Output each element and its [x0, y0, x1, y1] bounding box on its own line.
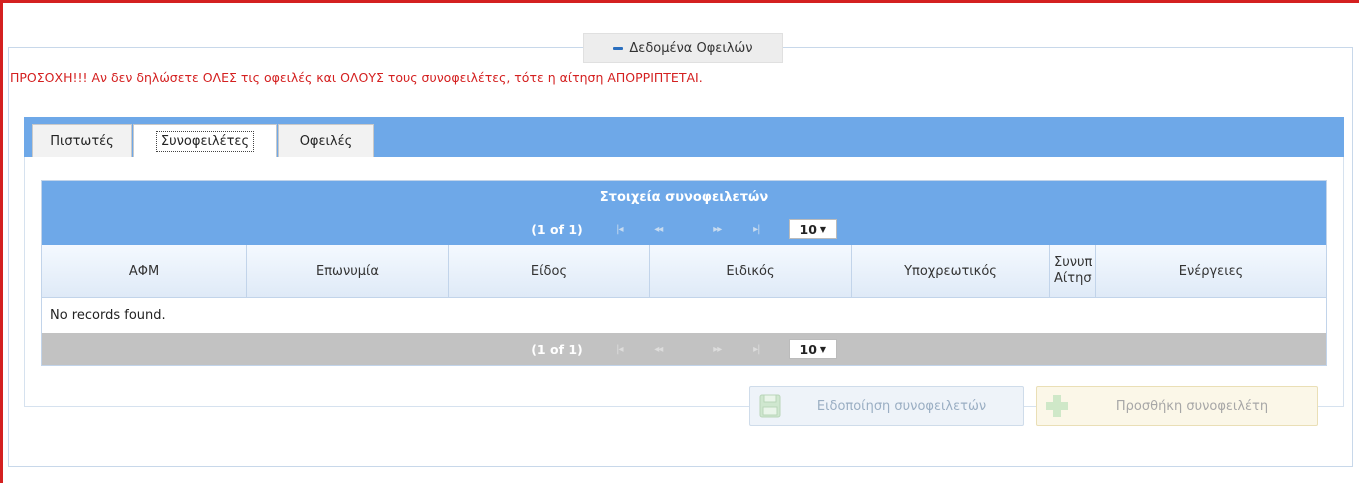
tab-label: Πιστωτές	[50, 133, 114, 149]
rows-per-page-select[interactable]: 10 ▼	[788, 219, 837, 239]
rows-per-page-select[interactable]: 10 ▼	[788, 339, 837, 359]
caret-down-icon: ▼	[819, 344, 827, 354]
last-page-button[interactable]: ▸|	[740, 219, 773, 239]
col-header-name[interactable]: Επωνυμία	[247, 245, 449, 297]
minus-icon	[613, 46, 624, 50]
tab-co-debtors[interactable]: Συνοφειλέτες	[133, 124, 277, 157]
notify-co-debtors-label: Ειδοποίηση συνοφειλετών	[816, 398, 987, 414]
save-disk-icon	[750, 387, 790, 425]
rows-per-page-value: 10	[799, 221, 817, 237]
table-header-row: ΑΦΜ Επωνυμία Είδος Ειδικός Υποχρεωτικός …	[42, 245, 1326, 298]
prev-page-button[interactable]: ◂◂	[642, 219, 675, 239]
panel-legend-toggle[interactable]: Δεδομένα Οφειλών	[583, 33, 783, 63]
co-debtors-table: Στοιχεία συνοφειλετών (1 of 1) |◂ ◂◂ ▸▸ …	[41, 180, 1327, 366]
table-title: Στοιχεία συνοφειλετών	[42, 181, 1326, 213]
notify-co-debtors-button[interactable]: Ειδοποίηση συνοφειλετών	[749, 386, 1024, 426]
col-header-line: Αίτησ	[1054, 271, 1092, 286]
prev-page-button[interactable]: ◂◂	[642, 339, 675, 359]
rows-per-page-value: 10	[799, 341, 817, 357]
tab-label: Συνοφειλέτες	[155, 130, 255, 152]
col-header-afm[interactable]: ΑΦΜ	[42, 245, 247, 297]
col-header-special[interactable]: Ειδικός	[650, 245, 852, 297]
warning-message: ΠΡΟΣΟΧΗ!!! Αν δεν δηλώσετε ΟΛΕΣ τις οφει…	[10, 70, 703, 85]
next-page-button[interactable]: ▸▸	[701, 339, 734, 359]
col-header-type[interactable]: Είδος	[449, 245, 650, 297]
last-page-button[interactable]: ▸|	[740, 339, 773, 359]
add-co-debtor-label: Προσθήκη συνοφειλέτη	[1115, 398, 1269, 414]
page-status: (1 of 1)	[531, 221, 583, 237]
next-page-button[interactable]: ▸▸	[701, 219, 734, 239]
tab-debts[interactable]: Οφειλές	[278, 124, 374, 157]
panel-legend-title: Δεδομένα Οφειλών	[629, 40, 753, 56]
caret-down-icon: ▼	[819, 224, 827, 234]
col-header-co-applicant[interactable]: Συνυπ Αίτησ	[1050, 245, 1096, 297]
add-co-debtor-button[interactable]: Προσθήκη συνοφειλέτη	[1036, 386, 1318, 426]
tab-creditors[interactable]: Πιστωτές	[32, 124, 132, 157]
paginator-top: (1 of 1) |◂ ◂◂ ▸▸ ▸| 10 ▼	[42, 213, 1326, 245]
plus-icon	[1037, 387, 1077, 425]
first-page-button[interactable]: |◂	[603, 339, 636, 359]
tab-strip: Πιστωτές Συνοφειλέτες Οφειλές	[24, 117, 1344, 157]
col-header-actions: Ενέργειες	[1178, 263, 1244, 279]
paginator-bottom: (1 of 1) |◂ ◂◂ ▸▸ ▸| 10 ▼	[42, 333, 1326, 365]
empty-row: No records found.	[50, 307, 166, 323]
first-page-button[interactable]: |◂	[603, 219, 636, 239]
tab-label: Οφειλές	[299, 133, 353, 149]
col-header-line: Συνυπ	[1054, 255, 1093, 270]
page-status: (1 of 1)	[531, 341, 583, 357]
col-header-mandatory[interactable]: Υποχρεωτικός	[852, 245, 1050, 297]
